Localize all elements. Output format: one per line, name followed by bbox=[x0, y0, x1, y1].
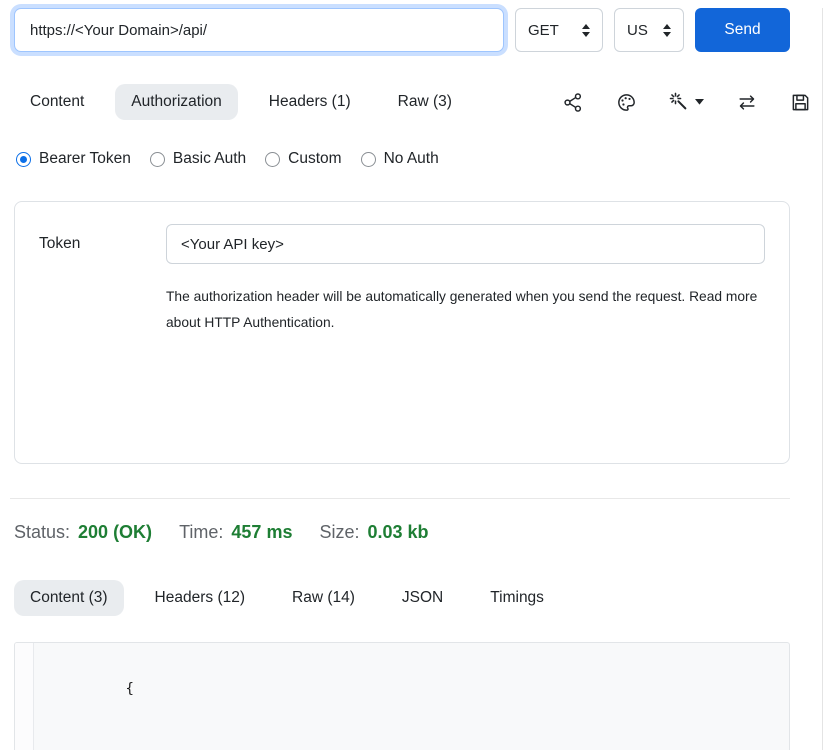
status-code-value: 200 (OK) bbox=[78, 522, 152, 543]
response-status-bar: Status: 200 (OK) Time: 457 ms Size: 0.03… bbox=[14, 522, 823, 543]
auth-option-label: No Auth bbox=[384, 150, 439, 168]
section-divider bbox=[10, 498, 790, 499]
resp-tab-content[interactable]: Content (3) bbox=[14, 580, 124, 616]
select-arrows-icon bbox=[663, 24, 671, 37]
url-input[interactable] bbox=[14, 8, 504, 52]
bearer-token-panel: Token The authorization header will be a… bbox=[14, 201, 790, 464]
token-help-text: The authorization header will be automat… bbox=[166, 284, 766, 336]
response-body-code: { "message": "API running." } bbox=[34, 643, 370, 750]
swap-requests-icon[interactable] bbox=[736, 92, 758, 113]
auth-option-label: Basic Auth bbox=[173, 150, 246, 168]
api-request-tool: GET US Send Content Authorization Header… bbox=[0, 8, 837, 750]
resp-tab-headers[interactable]: Headers (12) bbox=[139, 580, 261, 616]
response-time: Time: 457 ms bbox=[179, 522, 292, 543]
method-select-value: GET bbox=[528, 22, 559, 39]
region-select-value: US bbox=[627, 22, 648, 39]
auth-option-label: Custom bbox=[288, 150, 341, 168]
response-body-block: { "message": "API running." } bbox=[14, 642, 790, 750]
response-size-value: 0.03 kb bbox=[368, 522, 429, 543]
resp-tab-timings[interactable]: Timings bbox=[474, 580, 560, 616]
tab-raw[interactable]: Raw (3) bbox=[382, 84, 468, 120]
radio-icon bbox=[265, 152, 280, 167]
theme-palette-icon[interactable] bbox=[616, 92, 637, 113]
save-icon[interactable] bbox=[790, 92, 811, 113]
code-gutter bbox=[15, 643, 34, 750]
select-arrows-icon bbox=[582, 24, 590, 37]
token-input[interactable] bbox=[166, 224, 765, 264]
response-size: Size: 0.03 kb bbox=[319, 522, 428, 543]
tab-content[interactable]: Content bbox=[14, 84, 100, 120]
auth-option-no-auth[interactable]: No Auth bbox=[361, 150, 439, 168]
caret-down-icon bbox=[695, 99, 704, 105]
auth-option-label: Bearer Token bbox=[39, 150, 131, 168]
response-time-value: 457 ms bbox=[231, 522, 292, 543]
radio-icon bbox=[150, 152, 165, 167]
token-label: Token bbox=[39, 235, 166, 253]
method-select[interactable]: GET bbox=[515, 8, 603, 52]
response-tabs: Content (3) Headers (12) Raw (14) JSON T… bbox=[14, 580, 823, 616]
tab-headers[interactable]: Headers (1) bbox=[253, 84, 367, 120]
radio-icon bbox=[361, 152, 376, 167]
magic-wand-dropdown-icon[interactable] bbox=[669, 92, 704, 113]
auth-option-custom[interactable]: Custom bbox=[265, 150, 341, 168]
resp-tab-json[interactable]: JSON bbox=[386, 580, 459, 616]
radio-selected-icon bbox=[16, 152, 31, 167]
json-open-brace: { bbox=[125, 681, 133, 697]
tab-authorization[interactable]: Authorization bbox=[115, 84, 237, 120]
send-button[interactable]: Send bbox=[695, 8, 790, 52]
status-code: Status: 200 (OK) bbox=[14, 522, 152, 543]
request-toolbar bbox=[563, 92, 823, 113]
page-edge-line bbox=[822, 8, 823, 750]
request-tabs: Content Authorization Headers (1) Raw (3… bbox=[14, 84, 823, 120]
auth-option-bearer-token[interactable]: Bearer Token bbox=[16, 150, 131, 168]
auth-option-basic-auth[interactable]: Basic Auth bbox=[150, 150, 246, 168]
auth-type-options: Bearer Token Basic Auth Custom No Auth bbox=[16, 149, 823, 169]
resp-tab-raw[interactable]: Raw (14) bbox=[276, 580, 371, 616]
request-bar: GET US Send bbox=[14, 8, 790, 52]
region-select[interactable]: US bbox=[614, 8, 684, 52]
share-icon[interactable] bbox=[563, 92, 584, 113]
